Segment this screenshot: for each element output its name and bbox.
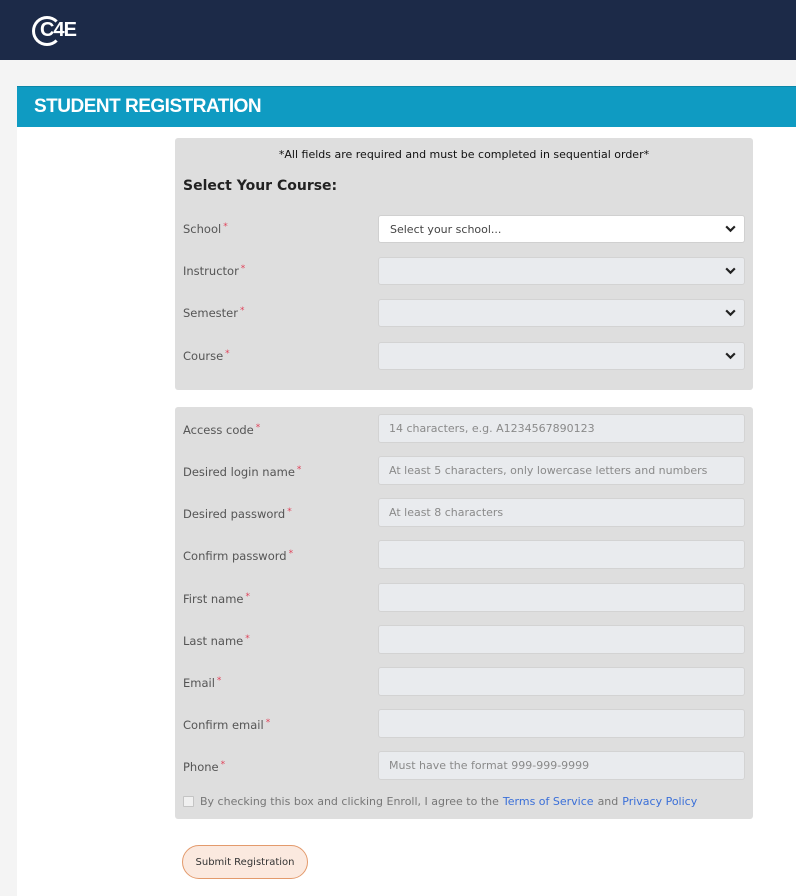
required-mark: * xyxy=(220,760,226,770)
instructor-select[interactable] xyxy=(378,257,745,285)
school-label: School * xyxy=(183,222,228,236)
access-code-label-text: Access code xyxy=(183,423,254,437)
semester-select[interactable] xyxy=(378,299,745,327)
top-bar: C4E xyxy=(0,0,796,60)
school-label-text: School xyxy=(183,222,222,236)
course-selection-panel: *All fields are required and must be com… xyxy=(175,138,753,390)
chevron-down-icon xyxy=(725,267,736,275)
page-banner: STUDENT REGISTRATION xyxy=(17,86,796,127)
first-name-label-text: First name xyxy=(183,592,244,606)
confirm-password-label-text: Confirm password xyxy=(183,549,287,563)
agree-text: By checking this box and clicking Enroll… xyxy=(200,795,499,808)
required-mark: * xyxy=(265,718,271,728)
and-text: and xyxy=(597,795,619,808)
required-mark: * xyxy=(225,349,230,359)
first-name-input[interactable] xyxy=(378,583,745,612)
confirm-email-input[interactable] xyxy=(378,709,745,738)
login-name-label: Desired login name * xyxy=(183,465,301,479)
required-mark: * xyxy=(239,306,245,316)
password-label: Desired password * xyxy=(183,507,292,521)
terms-of-service-link[interactable]: Terms of Service xyxy=(503,795,594,808)
login-name-input[interactable] xyxy=(378,456,745,485)
phone-input[interactable] xyxy=(378,751,745,780)
main-content: STUDENT REGISTRATION *All fields are req… xyxy=(17,86,796,896)
chevron-down-icon xyxy=(725,309,736,317)
confirm-password-label: Confirm password * xyxy=(183,549,293,563)
confirm-password-input[interactable] xyxy=(378,540,745,569)
password-label-text: Desired password xyxy=(183,507,286,521)
semester-label-text: Semester xyxy=(183,306,238,320)
confirm-email-label: Confirm email * xyxy=(183,718,270,732)
last-name-label: Last name * xyxy=(183,634,250,648)
access-code-input[interactable] xyxy=(378,414,745,443)
course-label-text: Course xyxy=(183,349,224,363)
required-mark: * xyxy=(287,507,292,517)
page-title: STUDENT REGISTRATION xyxy=(34,96,262,117)
chevron-down-icon xyxy=(725,352,736,360)
email-input[interactable] xyxy=(378,667,745,696)
submit-registration-button[interactable]: Submit Registration xyxy=(182,845,308,879)
required-mark: * xyxy=(255,423,261,433)
required-mark: * xyxy=(240,264,246,274)
password-input[interactable] xyxy=(378,498,745,527)
required-mark: * xyxy=(245,634,250,644)
confirm-email-label-text: Confirm email xyxy=(183,718,264,732)
required-notice: *All fields are required and must be com… xyxy=(278,148,650,161)
terms-checkbox[interactable] xyxy=(183,796,194,807)
course-label: Course * xyxy=(183,349,230,363)
phone-label-text: Phone xyxy=(183,760,219,774)
access-code-label: Access code * xyxy=(183,423,260,437)
required-mark: * xyxy=(245,592,250,602)
school-select[interactable]: Select your school... xyxy=(378,215,745,243)
required-mark: * xyxy=(216,676,222,686)
privacy-policy-link[interactable]: Privacy Policy xyxy=(622,795,697,808)
phone-label: Phone * xyxy=(183,760,225,774)
login-name-label-text: Desired login name xyxy=(183,465,295,479)
section-title: Select Your Course: xyxy=(183,178,338,194)
semester-label: Semester * xyxy=(183,306,244,320)
logo[interactable]: C4E xyxy=(32,15,77,46)
account-details-panel: Access code* Desired login name* Desired… xyxy=(175,407,753,819)
instructor-label: Instructor * xyxy=(183,264,245,278)
last-name-label-text: Last name xyxy=(183,634,244,648)
chevron-down-icon xyxy=(725,225,736,233)
course-select[interactable] xyxy=(378,342,745,370)
required-mark: * xyxy=(223,222,228,232)
logo-ring-icon xyxy=(32,15,62,46)
first-name-label: First name * xyxy=(183,592,250,606)
email-label-text: Email xyxy=(183,676,215,690)
terms-agreement: By checking this box and clicking Enroll… xyxy=(183,795,701,808)
school-select-value: Select your school... xyxy=(390,223,502,236)
last-name-input[interactable] xyxy=(378,625,745,654)
instructor-label-text: Instructor xyxy=(183,264,239,278)
required-mark: * xyxy=(296,465,302,475)
logo-text: C4E xyxy=(32,15,77,46)
email-label: Email * xyxy=(183,676,221,690)
required-mark: * xyxy=(288,549,294,559)
